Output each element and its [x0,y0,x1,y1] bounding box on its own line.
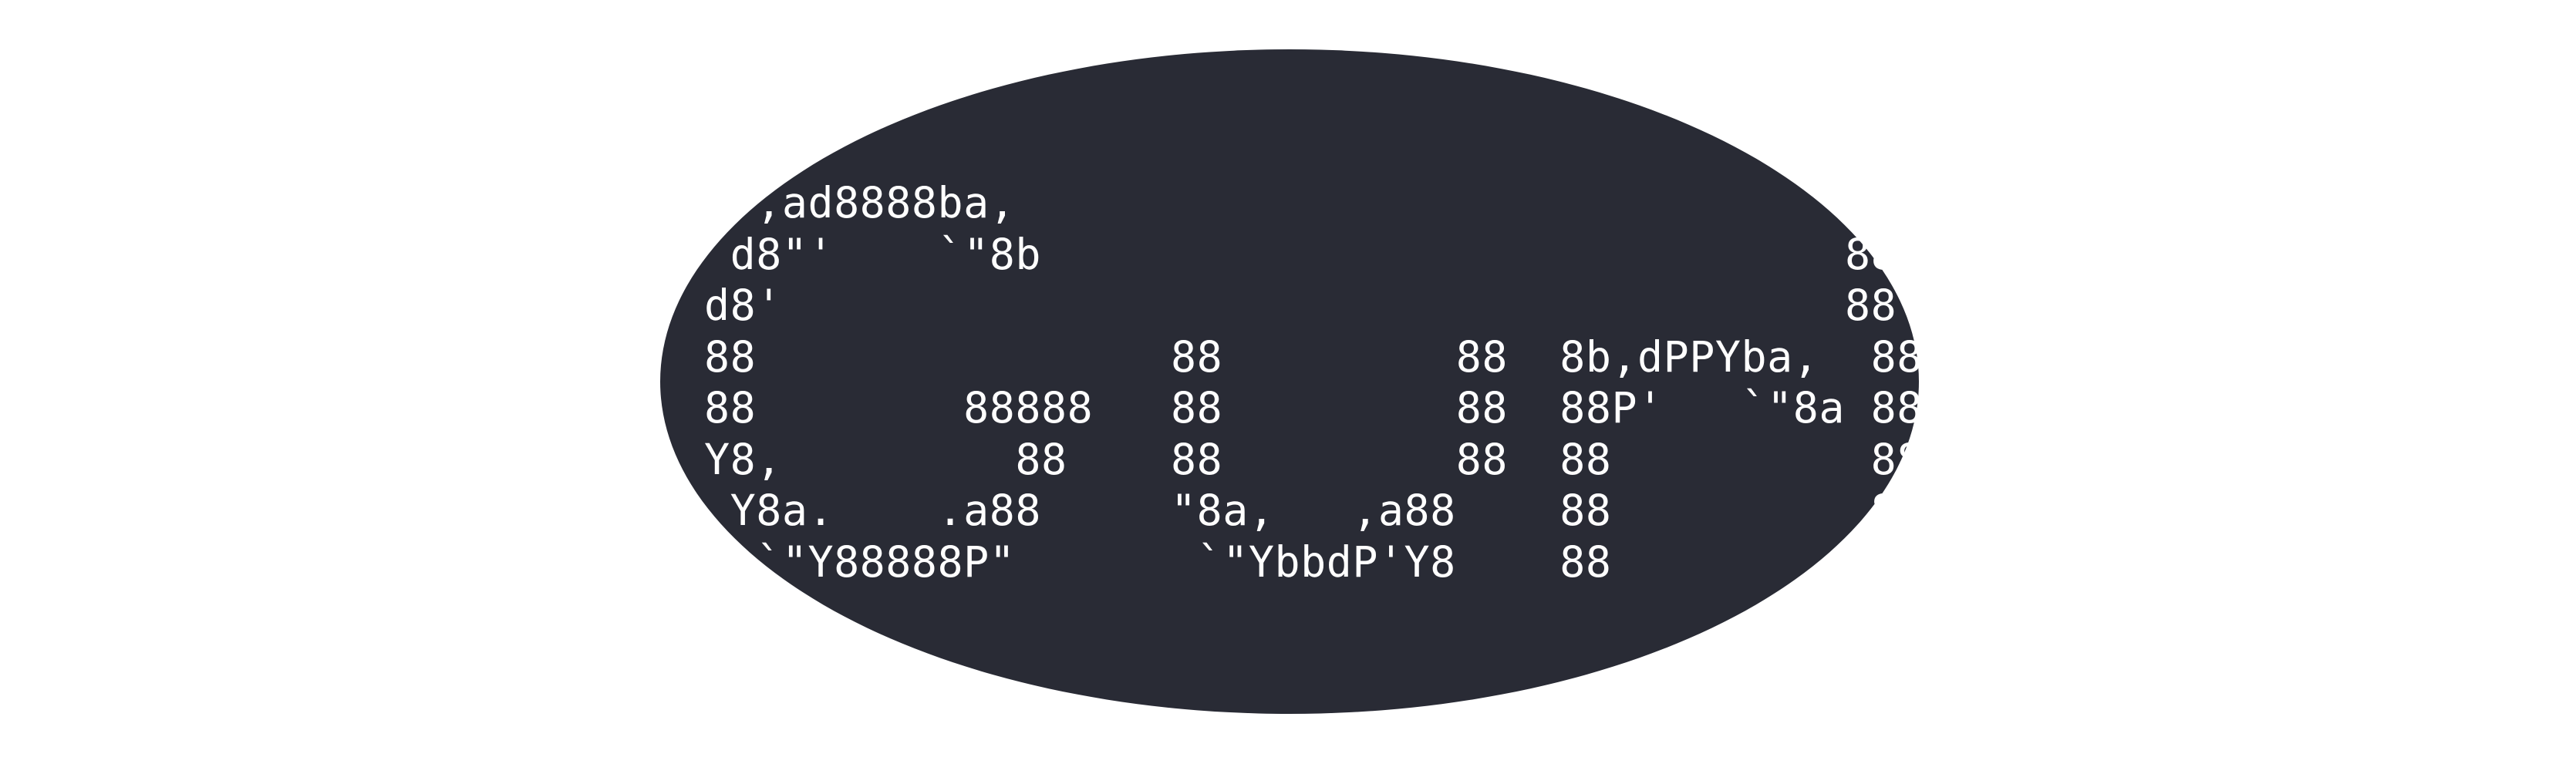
ascii-line-5: 88 88888 88 88 88P' `"8a 88 [704,383,1923,432]
canvas: ,ad8888ba, 88 d8"' `"8b 88 d8' 88 88 88 88… [0,0,2576,774]
ascii-line-4: 88 88 88 8b,dPPYba, 88 [704,331,1923,382]
ascii-line-7: Y8a. .a88 "8a, ,a88 88 88 [704,486,1923,535]
ascii-logo: ,ad8888ba, 88 d8"' `"8b 88 d8' 88 88 88 88… [704,177,1923,587]
ascii-line-2: d8"' `"8b 88 [704,229,1897,279]
ascii-line-3: d8' 88 [704,281,1897,330]
ascii-line-6: Y8, 88 88 88 88 88 [704,434,1923,484]
ascii-line-8: `"Y88888P" `"YbbdP'Y8 88 88 [704,537,1923,587]
ascii-line-1: ,ad8888ba, 88 [704,178,1897,227]
